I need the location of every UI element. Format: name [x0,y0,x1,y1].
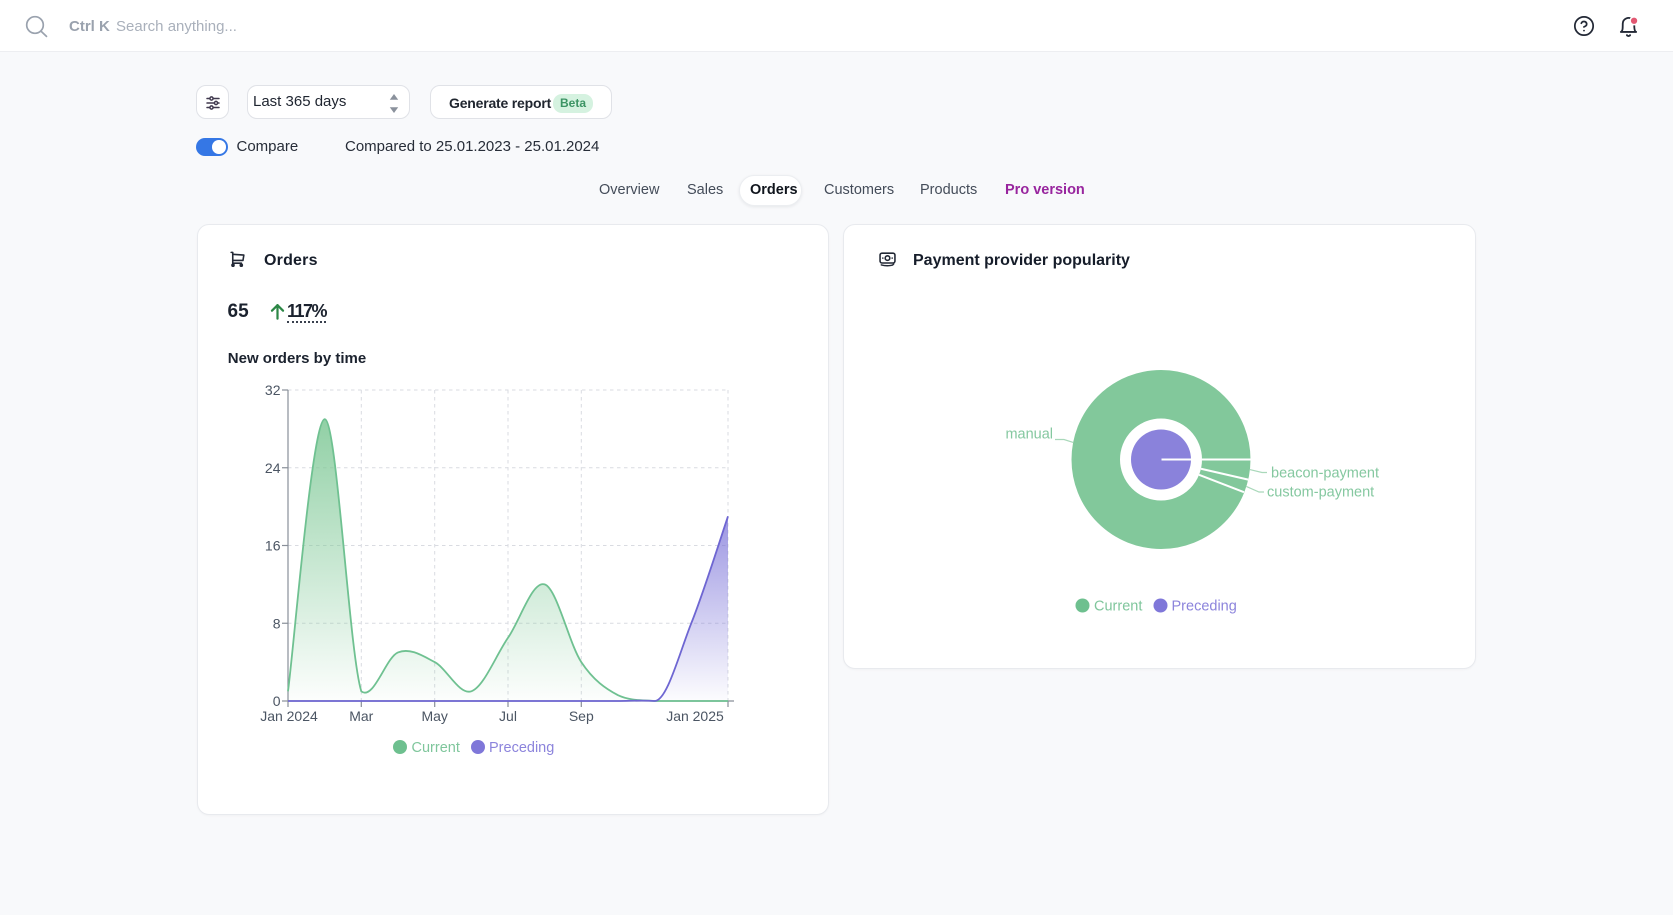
svg-text:Jan 2024: Jan 2024 [260,708,318,724]
svg-text:manual: manual [1005,427,1053,443]
svg-text:May: May [421,708,447,724]
svg-text:Jan 2025: Jan 2025 [666,708,724,724]
svg-text:Preceding: Preceding [489,740,554,756]
svg-text:16: 16 [265,538,281,554]
svg-text:custom-payment: custom-payment [1267,485,1374,501]
svg-text:Current: Current [1094,599,1142,615]
svg-text:Jul: Jul [499,708,517,724]
svg-text:Mar: Mar [349,708,373,724]
svg-text:Current: Current [412,740,460,756]
svg-text:0: 0 [273,693,281,709]
svg-text:32: 32 [265,382,281,398]
svg-text:Sep: Sep [569,708,594,724]
svg-text:beacon-payment: beacon-payment [1271,466,1379,482]
svg-text:Preceding: Preceding [1172,599,1237,615]
svg-text:8: 8 [273,615,281,631]
svg-text:24: 24 [265,460,281,476]
